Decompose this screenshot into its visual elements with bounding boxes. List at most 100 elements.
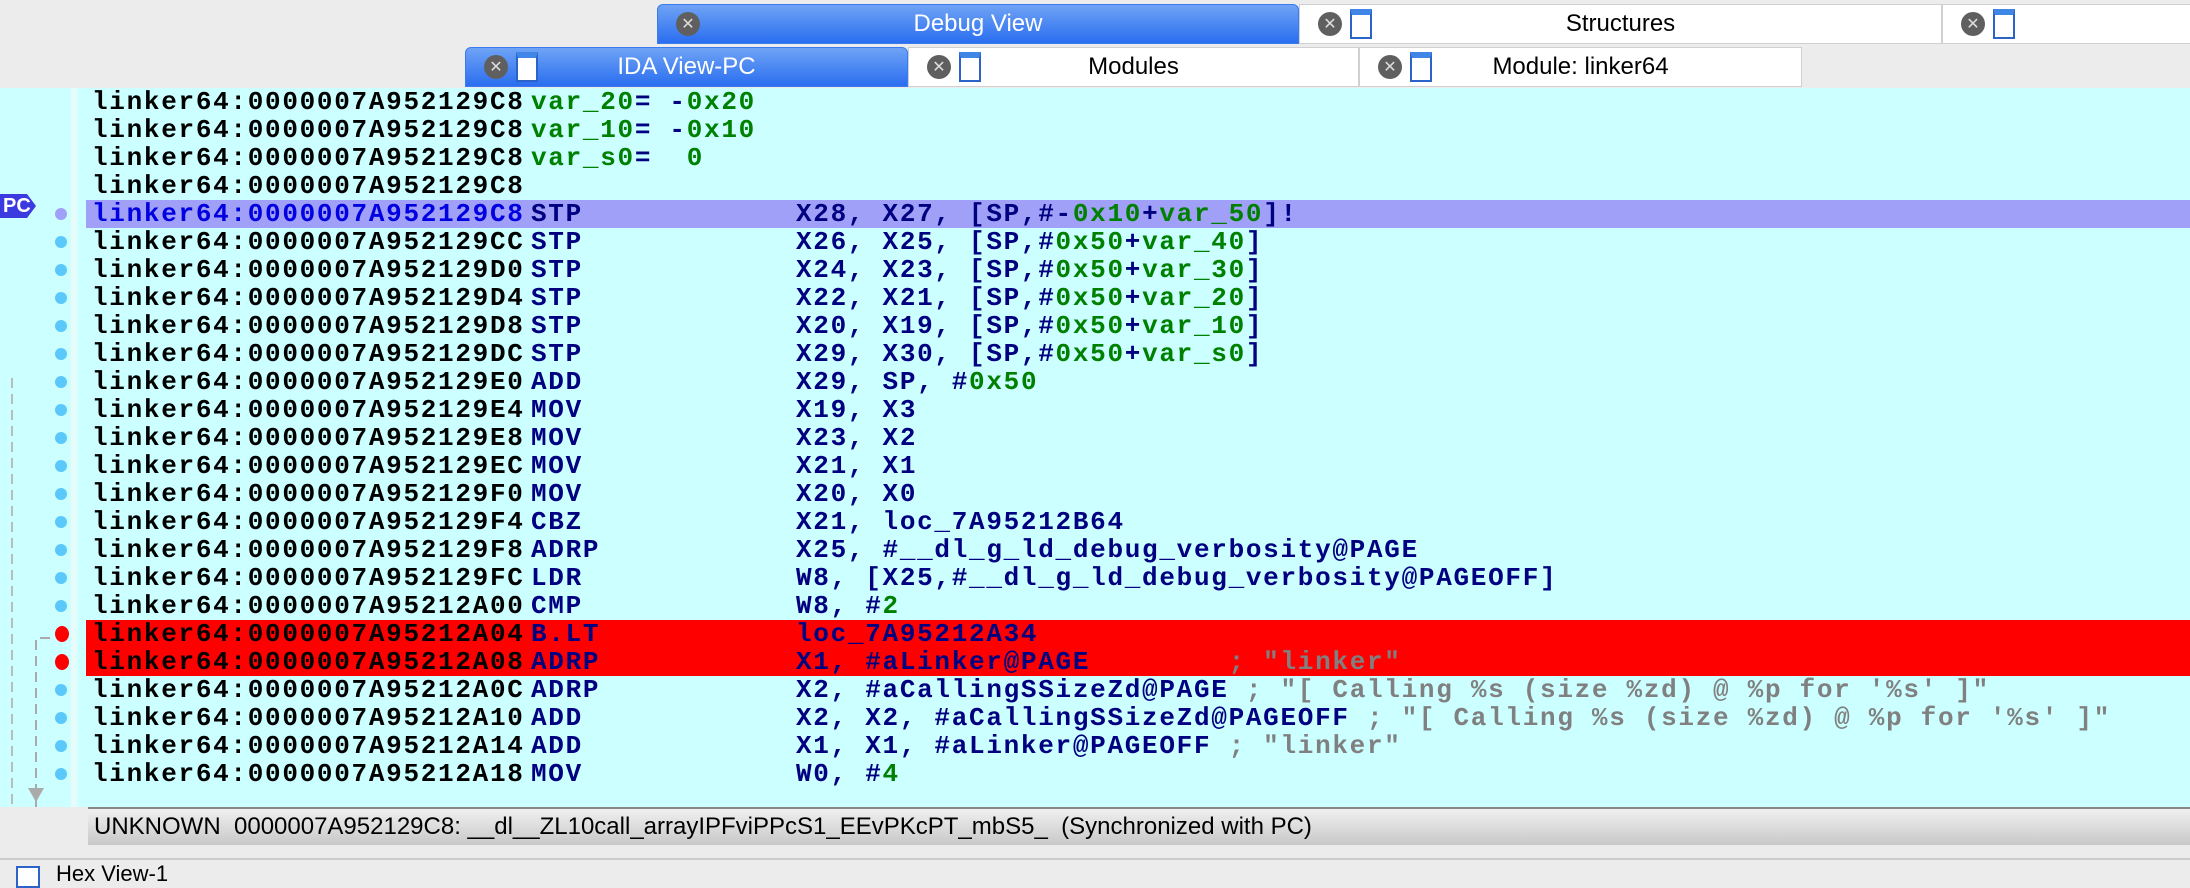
breakpoint-slot[interactable] — [55, 460, 67, 472]
code-line[interactable]: linker64:0000007A952129FC LDR W8, [X25,#__… — [86, 564, 2190, 592]
tab-label: Debug View — [913, 10, 1043, 37]
breakpoint-slot[interactable] — [55, 600, 67, 612]
breakpoint-slot[interactable] — [55, 432, 67, 444]
code-line[interactable]: linker64:0000007A95212A04 B.LT loc_7A95212… — [86, 620, 2190, 648]
code-line[interactable]: linker64:0000007A952129D8 STP X20, X19, [S… — [86, 312, 2190, 340]
operand-part: X21, X1 — [796, 451, 918, 481]
operand-part: = — [634, 143, 687, 173]
code-line[interactable]: linker64:0000007A952129E4 MOV X19, X3 — [86, 396, 2190, 424]
breakpoint-slot[interactable] — [55, 208, 67, 220]
code-line[interactable]: linker64:0000007A95212A08 ADRP X1, #aLinke… — [86, 648, 2190, 676]
tab-structures[interactable]: ✕ Structures — [1299, 4, 1942, 44]
breakpoint-slot[interactable] — [55, 292, 67, 304]
close-icon[interactable]: ✕ — [484, 55, 508, 79]
address: linker64:0000007A952129E4 — [92, 395, 525, 425]
address: linker64:0000007A95212A00 — [92, 591, 525, 621]
tab-unnamed[interactable]: ✕ — [1942, 4, 2190, 44]
code-line[interactable]: linker64:0000007A95212A10 ADD X2, X2, #aCa… — [86, 704, 2190, 732]
breakpoint-slot[interactable] — [55, 236, 67, 248]
address: linker64:0000007A952129FC — [92, 563, 525, 593]
code-line[interactable]: linker64:0000007A95212A18 MOV W0, #4 — [86, 760, 2190, 788]
operands: X2, #aCallingSSizeZd@PAGE ; "[ Calling %… — [796, 676, 1990, 704]
breakpoint-icon[interactable] — [55, 626, 69, 642]
address: linker64:0000007A952129C8 — [92, 115, 525, 145]
address: linker64:0000007A952129D0 — [92, 255, 525, 285]
code-line[interactable]: linker64:0000007A952129EC MOV X21, X1 — [86, 452, 2190, 480]
tab-ida-view-pc[interactable]: ✕ IDA View-PC — [465, 47, 908, 87]
code-line[interactable]: linker64:0000007A952129E0 ADD X29, SP, #0x… — [86, 368, 2190, 396]
mnemonic: ADRP — [531, 647, 601, 677]
operand-part: ] — [1245, 339, 1264, 369]
breakpoint-slot[interactable] — [55, 404, 67, 416]
stack-var-decl: var_s0= 0 — [531, 144, 704, 172]
tab-hex-view[interactable]: Hex View-1 — [0, 858, 2190, 888]
close-icon[interactable]: ✕ — [676, 12, 700, 36]
operand-part: X20, X19, [SP,# — [796, 311, 1056, 341]
code-line[interactable]: linker64:0000007A952129C8 var_20= -0x20 — [86, 88, 2190, 116]
close-icon[interactable]: ✕ — [1961, 12, 1985, 36]
breakpoint-slot[interactable] — [55, 684, 67, 696]
breakpoint-slot[interactable] — [55, 264, 67, 276]
operands: X19, X3 — [796, 396, 917, 424]
close-icon[interactable]: ✕ — [1378, 55, 1402, 79]
operands: X22, X21, [SP,#0x50+var_20] — [796, 284, 1263, 312]
code-line[interactable]: linker64:0000007A95212A00 CMP W8, #2 — [86, 592, 2190, 620]
tab-modules[interactable]: ✕ Modules — [908, 47, 1359, 87]
breakpoint-slot[interactable] — [55, 768, 67, 780]
operand-part: + — [1124, 339, 1143, 369]
mnemonic: STP — [531, 199, 583, 229]
code-line[interactable]: linker64:0000007A952129C8 var_s0= 0 — [86, 144, 2190, 172]
mnemonic: STP — [531, 311, 583, 341]
tab-debug-view[interactable]: ✕ Debug View — [657, 4, 1299, 44]
operand-part: + — [1124, 255, 1143, 285]
breakpoint-slot[interactable] — [55, 544, 67, 556]
operand-part: X2, #aCallingSSizeZd@PAGE — [796, 675, 1229, 705]
operand-part: 0x50 — [1055, 283, 1125, 313]
breakpoint-slot[interactable] — [55, 740, 67, 752]
address: linker64:0000007A95212A08 — [92, 647, 525, 677]
mnemonic: LDR — [531, 563, 583, 593]
operand-part: = - — [634, 115, 687, 145]
code-line[interactable]: linker64:0000007A952129F4 CBZ X21, loc_7A9… — [86, 508, 2190, 536]
code-line[interactable]: linker64:0000007A952129E8 MOV X23, X2 — [86, 424, 2190, 452]
operand-part: = - — [634, 87, 687, 117]
code-line[interactable]: linker64:0000007A952129F8 ADRP X25, #__dl_… — [86, 536, 2190, 564]
breakpoint-slot[interactable] — [55, 348, 67, 360]
breakpoint-icon[interactable] — [55, 654, 69, 670]
breakpoint-slot[interactable] — [55, 516, 67, 528]
breakpoint-slot[interactable] — [55, 320, 67, 332]
operands: X28, X27, [SP,#-0x10+var_50]! — [796, 200, 1298, 228]
code-line[interactable]: linker64:0000007A95212A14 ADD X1, X1, #aLi… — [86, 732, 2190, 760]
code-line[interactable]: linker64:0000007A952129DC STP X29, X30, [S… — [86, 340, 2190, 368]
breakpoint-slot[interactable] — [55, 488, 67, 500]
operand-part: 0x10 — [686, 115, 756, 145]
code-line[interactable]: linker64:0000007A952129C8 var_10= -0x10 — [86, 116, 2190, 144]
code-line[interactable]: linker64:0000007A952129C8 STP X28, X27, [S… — [86, 200, 2190, 228]
operands: X1, #aLinker@PAGE ; "linker" — [796, 648, 1402, 676]
operand-part: X19, X3 — [796, 395, 918, 425]
code-line[interactable]: linker64:0000007A952129CC STP X26, X25, [S… — [86, 228, 2190, 256]
operand-part: 0 — [686, 143, 705, 173]
code-line[interactable]: linker64:0000007A952129D0 STP X24, X23, [S… — [86, 256, 2190, 284]
operand-part: 0x50 — [969, 367, 1039, 397]
operand-part: X22, X21, [SP,# — [796, 283, 1056, 313]
close-icon[interactable]: ✕ — [1318, 12, 1342, 36]
mnemonic: B.LT — [531, 619, 601, 649]
mnemonic: MOV — [531, 759, 583, 789]
breakpoint-slot[interactable] — [55, 376, 67, 388]
breakpoint-slot[interactable] — [55, 712, 67, 724]
operand-part: X20, X0 — [796, 479, 918, 509]
code-line[interactable]: linker64:0000007A952129C8 — [86, 172, 2190, 200]
window-icon — [1350, 9, 1372, 39]
operand-part: + — [1124, 283, 1143, 313]
tab-module-linker64[interactable]: ✕ Module: linker64 — [1359, 47, 1802, 87]
operand-part: X21, loc_7A95212B64 — [796, 507, 1125, 537]
mnemonic: CBZ — [531, 507, 583, 537]
operands: W8, [X25,#__dl_g_ld_debug_verbosity@PAGE… — [796, 564, 1557, 592]
code-line[interactable]: linker64:0000007A952129D4 STP X22, X21, [S… — [86, 284, 2190, 312]
breakpoint-slot[interactable] — [55, 572, 67, 584]
close-icon[interactable]: ✕ — [927, 55, 951, 79]
code-line[interactable]: linker64:0000007A952129F0 MOV X20, X0 — [86, 480, 2190, 508]
code-line[interactable]: linker64:0000007A95212A0C ADRP X2, #aCalli… — [86, 676, 2190, 704]
mnemonic: CMP — [531, 591, 583, 621]
